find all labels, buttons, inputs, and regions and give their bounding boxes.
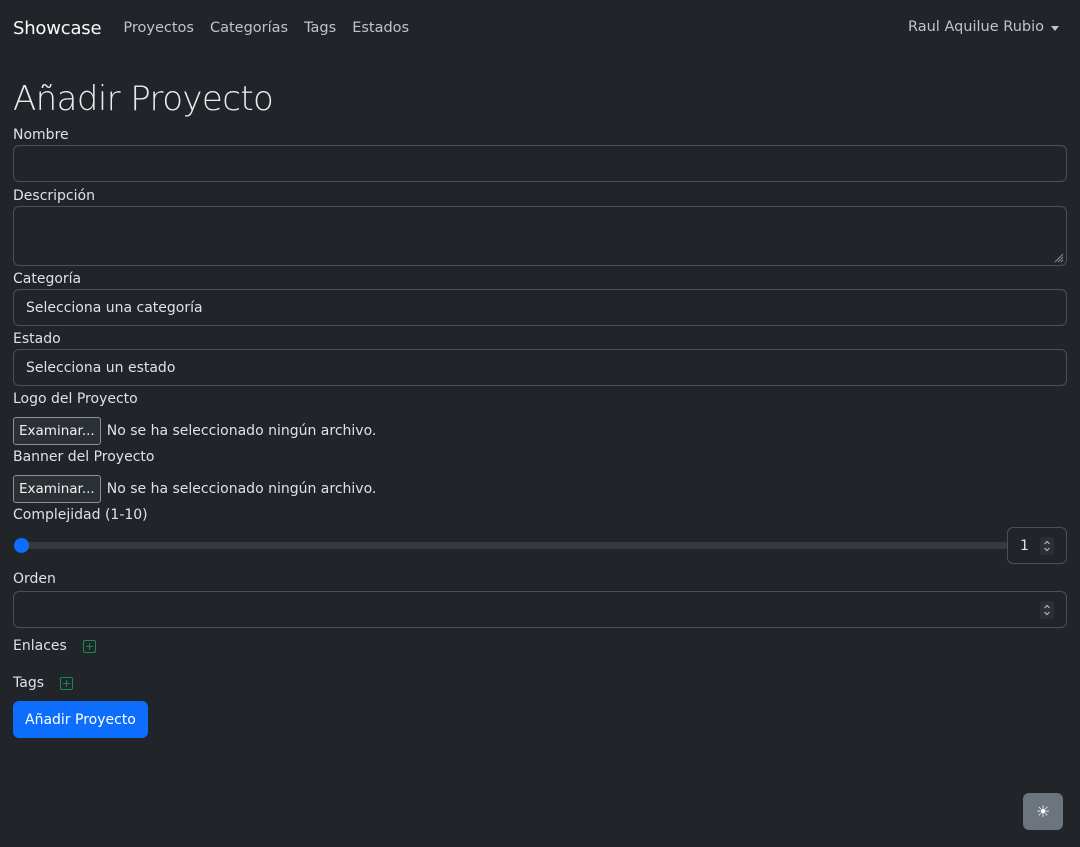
descripcion-wrapper	[13, 206, 1067, 266]
sun-icon: ☀	[1035, 802, 1051, 821]
navbar: Showcase Proyectos Categorías Tags Estad…	[0, 0, 1080, 56]
tags-row: Tags	[13, 673, 1067, 693]
theme-toggle-button[interactable]: ☀	[1023, 793, 1063, 830]
nav-link-tags[interactable]: Tags	[304, 20, 336, 36]
add-enlace-icon[interactable]	[82, 639, 96, 653]
main-content: Añadir Proyecto Nombre Descripción Categ…	[0, 80, 1080, 738]
add-project-button[interactable]: Añadir Proyecto	[13, 701, 148, 738]
spinner-updown-icon	[1044, 540, 1050, 552]
nav-link-categorias[interactable]: Categorías	[210, 20, 288, 36]
logo-file-input: Examinar... No se ha seleccionado ningún…	[13, 417, 1067, 445]
complejidad-range-thumb[interactable]	[14, 538, 29, 553]
complejidad-label: Complejidad (1-10)	[13, 507, 148, 523]
complejidad-value: 1	[1020, 537, 1029, 554]
categoria-selected-value: Selecciona una categoría	[26, 299, 203, 316]
navbar-brand[interactable]: Showcase	[13, 18, 102, 39]
enlaces-label: Enlaces	[13, 638, 67, 654]
banner-file-status: No se ha seleccionado ningún archivo.	[106, 481, 377, 497]
categoria-label: Categoría	[13, 271, 82, 287]
estado-select[interactable]: Selecciona un estado	[13, 349, 1067, 386]
nav-link-estados[interactable]: Estados	[352, 20, 409, 36]
user-menu-dropdown[interactable]: Raul Aquilue Rubio	[908, 19, 1059, 35]
tags-label: Tags	[13, 675, 44, 691]
user-name: Raul Aquilue Rubio	[907, 19, 1044, 35]
spinner-updown-icon	[1044, 604, 1050, 616]
complejidad-range-row: 1	[13, 527, 1067, 564]
banner-file-input: Examinar... No se ha seleccionado ningún…	[13, 475, 1067, 503]
enlaces-row: Enlaces	[13, 636, 1067, 656]
banner-browse-button[interactable]: Examinar...	[13, 475, 101, 503]
caret-down-icon	[1051, 25, 1059, 31]
descripcion-label: Descripción	[13, 188, 95, 204]
orden-label: Orden	[13, 571, 56, 587]
logo-file-status: No se ha seleccionado ningún archivo.	[106, 423, 377, 439]
add-tag-icon[interactable]	[60, 676, 73, 690]
nombre-label: Nombre	[13, 127, 69, 143]
orden-spinner[interactable]	[1040, 601, 1054, 619]
estado-selected-value: Selecciona un estado	[26, 359, 176, 376]
logo-browse-button[interactable]: Examinar...	[13, 417, 101, 445]
nav-links: Proyectos Categorías Tags Estados	[123, 20, 425, 36]
complejidad-spinner[interactable]	[1040, 537, 1054, 555]
complejidad-range-track[interactable]	[14, 542, 1008, 549]
complejidad-number-input[interactable]: 1	[1007, 527, 1067, 564]
estado-label: Estado	[13, 331, 61, 347]
orden-input[interactable]	[13, 591, 1067, 628]
categoria-select[interactable]: Selecciona una categoría	[13, 289, 1067, 326]
nombre-input[interactable]	[13, 145, 1067, 182]
nav-link-proyectos[interactable]: Proyectos	[123, 20, 194, 36]
submit-wrapper: Añadir Proyecto	[13, 701, 1067, 738]
descripcion-textarea[interactable]	[13, 206, 1067, 266]
logo-label: Logo del Proyecto	[13, 391, 138, 407]
banner-label: Banner del Proyecto	[13, 449, 155, 465]
page-title: Añadir Proyecto	[13, 79, 274, 119]
